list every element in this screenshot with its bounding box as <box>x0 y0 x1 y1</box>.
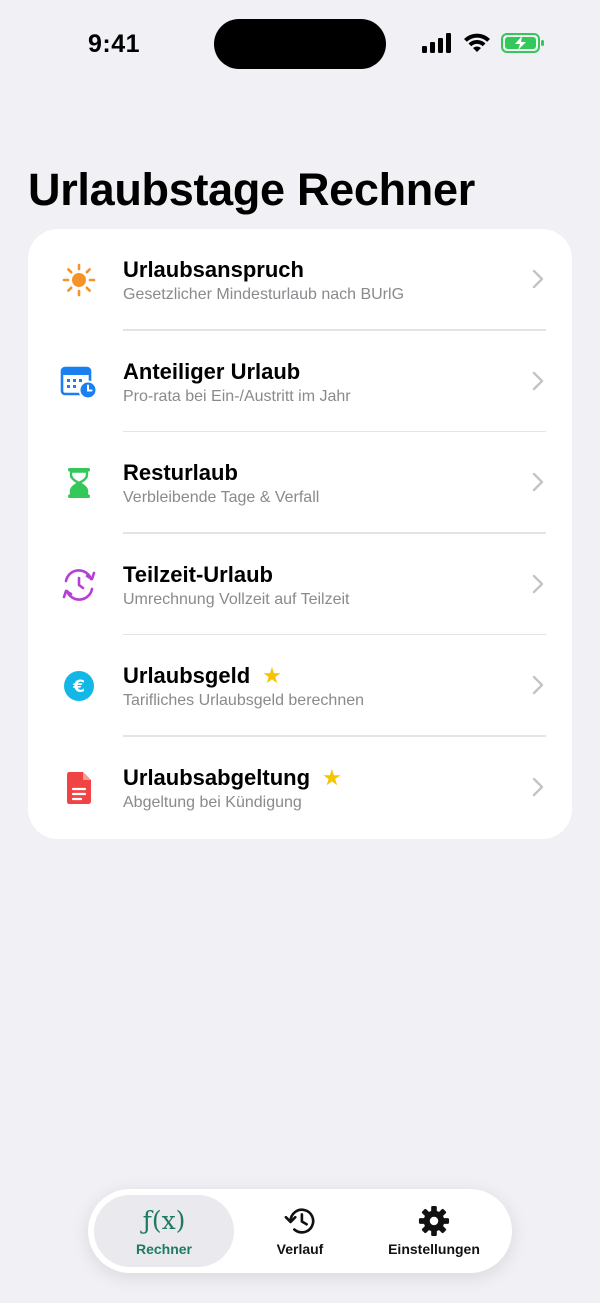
menu-item-title-text: Urlaubsabgeltung <box>123 765 311 790</box>
document-icon <box>60 769 98 807</box>
calculator-menu-card: Urlaubsanspruch Gesetzlicher Mindesturla… <box>28 229 572 839</box>
premium-star-icon: ★ <box>262 663 282 689</box>
menu-item-subtitle: Tarifliches Urlaubsgeld berechnen <box>123 692 365 710</box>
tab-label: Rechner <box>135 1241 193 1257</box>
page-title: Urlaubstage Rechner <box>28 164 475 215</box>
menu-item-subtitle: Umrechnung Vollzeit auf Teilzeit <box>123 590 350 608</box>
menu-item-urlaubsgeld[interactable]: € Urlaubsgeld ★ Tarifliches Urlaubsgeld … <box>28 635 572 737</box>
chevron-right-icon <box>532 777 544 797</box>
status-bar: 9:41 <box>0 0 600 88</box>
euro-icon: € <box>60 667 98 705</box>
sun-icon <box>60 261 98 299</box>
menu-item-title: Teilzeit-Urlaub <box>123 562 273 588</box>
wifi-icon <box>464 33 490 52</box>
menu-item-subtitle: Pro-rata bei Ein-/Austritt im Jahr <box>123 387 351 405</box>
menu-item-urlaubsabgeltung[interactable]: Urlaubsabgeltung ★ Abgeltung bei Kündigu… <box>28 737 572 839</box>
menu-item-title-text: Resturlaub <box>123 460 238 486</box>
tab-rechner[interactable]: ƒ(x) Rechner <box>94 1195 234 1267</box>
menu-item-teilzeit-urlaub[interactable]: Teilzeit-Urlaub Umrechnung Vollzeit auf … <box>28 534 572 636</box>
menu-item-title-text: Anteiliger Urlaub <box>123 358 301 384</box>
menu-item-subtitle: Abgeltung bei Kündigung <box>123 794 302 811</box>
menu-item-title: Anteiliger Urlaub <box>123 359 300 385</box>
clock-cycle-icon <box>60 566 98 604</box>
chevron-right-icon <box>532 371 544 390</box>
battery-charging-icon <box>501 33 544 53</box>
svg-text:€: € <box>72 677 85 697</box>
function-icon: ƒ(x) <box>142 1206 186 1235</box>
tab-label: Verlauf <box>276 1241 324 1257</box>
tab-verlauf[interactable]: Verlauf <box>230 1195 370 1267</box>
dynamic-island <box>214 19 386 69</box>
chevron-right-icon <box>532 472 544 492</box>
cellular-signal-icon <box>422 33 451 53</box>
chevron-right-icon <box>532 676 544 695</box>
menu-item-subtitle: Verbleibende Tage & Verfall <box>123 489 320 507</box>
calendar-clock-icon <box>60 363 98 401</box>
menu-item-title-text: Urlaubsgeld <box>123 663 251 689</box>
tab-einstellungen[interactable]: Einstellungen <box>364 1195 504 1267</box>
menu-item-urlaubsanspruch[interactable]: Urlaubsanspruch Gesetzlicher Mindesturla… <box>28 229 572 331</box>
menu-item-title-text: Urlaubsanspruch <box>123 257 304 282</box>
gear-icon <box>418 1205 450 1237</box>
hourglass-icon <box>60 464 98 502</box>
history-icon <box>284 1208 315 1234</box>
menu-item-title-text: Teilzeit-Urlaub <box>123 561 273 587</box>
menu-item-title: Resturlaub <box>123 460 238 486</box>
menu-item-title: Urlaubsanspruch <box>123 257 304 283</box>
tab-bar: ƒ(x) Rechner Verlauf Einstellungen <box>88 1189 512 1273</box>
status-time: 9:41 <box>88 30 141 58</box>
premium-star-icon: ★ <box>322 765 342 790</box>
menu-item-subtitle: Gesetzlicher Mindesturlaub nach BUrlG <box>123 286 405 303</box>
menu-item-title: Urlaubsabgeltung ★ <box>123 765 342 791</box>
menu-item-resturlaub[interactable]: Resturlaub Verbleibende Tage & Verfall <box>28 432 572 534</box>
menu-item-anteiliger-urlaub[interactable]: Anteiliger Urlaub Pro-rata bei Ein-/Aust… <box>28 331 572 433</box>
status-icons <box>421 32 545 54</box>
menu-item-title: Urlaubsgeld ★ <box>123 663 282 689</box>
chevron-right-icon <box>532 574 544 593</box>
tab-label: Einstellungen <box>388 1241 480 1257</box>
chevron-right-icon <box>532 269 544 289</box>
